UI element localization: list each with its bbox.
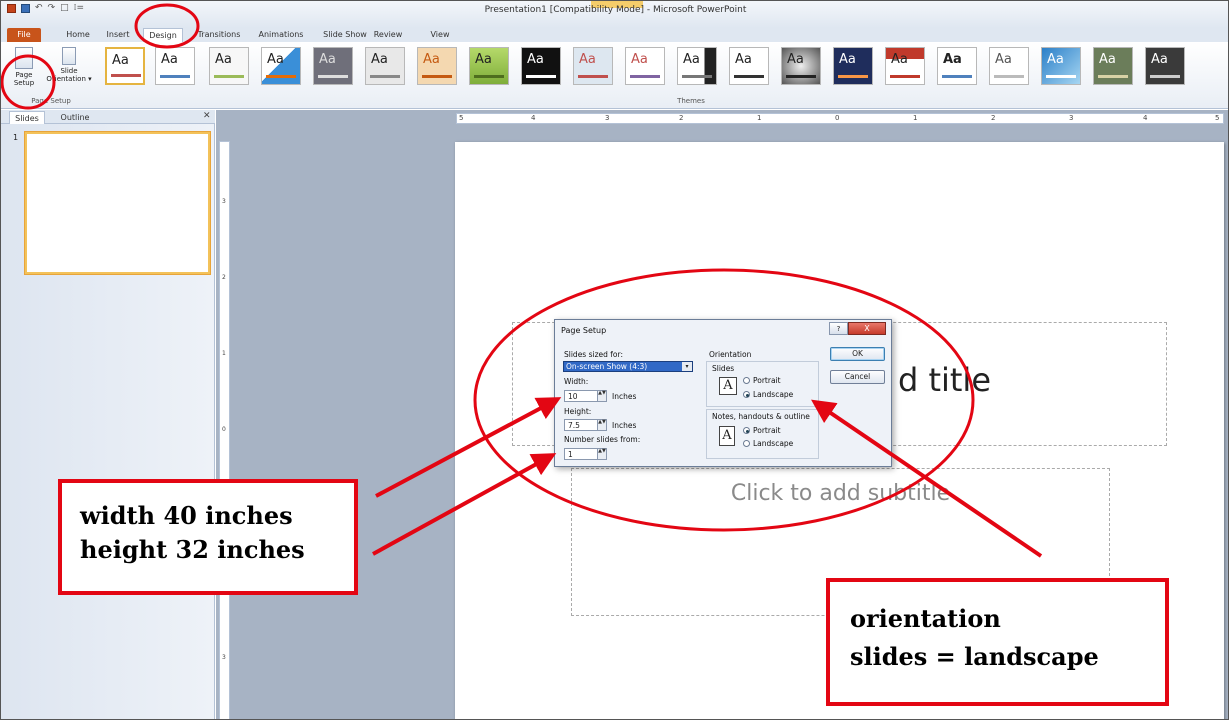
notes-orientation-label: Notes, handouts & outline	[712, 412, 810, 421]
orientation-label: Orientation	[709, 350, 752, 359]
height-stepper[interactable]: 7.5 ▲▼	[564, 419, 607, 431]
page-setup-dialog: Page Setup ? X Slides sized for: On-scre…	[554, 319, 892, 467]
landscape-orientation-icon: A	[719, 377, 737, 395]
slides-portrait-radio[interactable]	[743, 377, 750, 384]
slide-number: 1	[13, 133, 19, 142]
theme-thumbnail[interactable]: Aa	[261, 47, 301, 85]
tab-home[interactable]: Home	[61, 28, 95, 42]
tab-review[interactable]: Review	[371, 28, 405, 42]
notes-landscape-radio[interactable]	[743, 440, 750, 447]
slides-landscape-label: Landscape	[753, 390, 794, 399]
theme-thumbnail[interactable]: Aa	[1093, 47, 1133, 85]
height-value: 7.5	[568, 421, 580, 430]
width-value: 10	[568, 392, 578, 401]
height-label: Height:	[564, 407, 592, 416]
spin-arrows-icon[interactable]: ▲▼	[597, 449, 606, 459]
subtitle-placeholder-text: Click to add subtitle	[730, 481, 951, 506]
slides-pane-tabs: Slides Outline ✕	[1, 110, 215, 124]
portrait-orientation-icon: A	[719, 426, 735, 446]
ribbon-design: Page Setup Slide Orientation ▾ Page Setu…	[1, 42, 1228, 109]
height-units: Inches	[612, 421, 637, 430]
width-label: Width:	[564, 377, 589, 386]
theme-thumbnail[interactable]: Aa	[1041, 47, 1081, 85]
theme-thumbnail[interactable]: Aa	[729, 47, 769, 85]
chevron-down-icon[interactable]: ▾	[682, 362, 692, 371]
theme-thumbnail[interactable]: Aa	[521, 47, 561, 85]
theme-thumbnail[interactable]: Aa	[937, 47, 977, 85]
dialog-title: Page Setup	[561, 326, 607, 335]
theme-thumbnail[interactable]: Aa	[833, 47, 873, 85]
slides-sized-for-select[interactable]: On-screen Show (4:3) ▾	[563, 361, 693, 372]
slide-orientation-button[interactable]: Slide Orientation ▾	[43, 47, 95, 83]
slides-pane: 1	[1, 124, 215, 719]
size-annotation-line2: height 32 inches	[80, 535, 305, 564]
tab-insert[interactable]: Insert	[101, 28, 135, 42]
page-setup-group-label: Page Setup	[31, 97, 71, 105]
slide-orientation-icon	[62, 47, 76, 65]
orientation-annotation: orientation slides = landscape	[826, 578, 1169, 706]
size-annotation-line1: width 40 inches	[80, 501, 293, 530]
page-setup-button[interactable]: Page Setup	[9, 47, 39, 87]
theme-thumbnail[interactable]: Aa	[313, 47, 353, 85]
tab-animations[interactable]: Animations	[253, 28, 309, 42]
number-slides-from-value: 1	[568, 450, 573, 459]
spin-arrows-icon[interactable]: ▲▼	[597, 391, 606, 401]
orientation-annotation-line2: slides = landscape	[850, 642, 1099, 671]
slides-landscape-radio[interactable]	[743, 391, 750, 398]
width-stepper[interactable]: 10 ▲▼	[564, 390, 607, 402]
theme-thumbnail[interactable]: Aa	[209, 47, 249, 85]
slide-orientation-label: Slide Orientation ▾	[46, 67, 92, 83]
notes-portrait-label: Portrait	[753, 426, 781, 435]
page-setup-label: Page Setup	[13, 71, 35, 87]
theme-thumbnail[interactable]: Aa	[155, 47, 195, 85]
theme-thumbnail[interactable]: Aa	[573, 47, 613, 85]
horizontal-ruler: 5 4 3 2 1 0 1 2 3 4 5	[456, 113, 1224, 124]
slide-thumbnail[interactable]	[25, 132, 210, 274]
theme-thumbnail[interactable]: Aa	[677, 47, 717, 85]
cancel-button[interactable]: Cancel	[830, 370, 885, 384]
title-bar: ↶ ↷ □ ⁞= Presentation1 [Compatibility Mo…	[1, 1, 1228, 28]
close-icon[interactable]: X	[848, 322, 886, 335]
theme-thumbnail[interactable]: Aa	[105, 47, 145, 85]
theme-thumbnail[interactable]: Aa	[417, 47, 457, 85]
slides-portrait-label: Portrait	[753, 376, 781, 385]
theme-thumbnail[interactable]: Aa	[469, 47, 509, 85]
size-annotation: width 40 inches height 32 inches	[58, 479, 358, 595]
slides-orientation-label: Slides	[712, 364, 735, 373]
width-units: Inches	[612, 392, 637, 401]
notes-landscape-label: Landscape	[753, 439, 794, 448]
theme-thumbnail[interactable]: Aa	[781, 47, 821, 85]
tab-transitions[interactable]: Transitions	[191, 28, 247, 42]
slides-sized-for-label: Slides sized for:	[564, 350, 623, 359]
tab-file[interactable]: File	[7, 28, 41, 42]
themes-group-label: Themes	[677, 97, 705, 105]
help-icon[interactable]: ?	[829, 322, 848, 335]
tab-design[interactable]: Design	[143, 28, 183, 42]
ribbon-tabs: File Home Insert Design Transitions Anim…	[1, 28, 1228, 42]
spin-arrows-icon[interactable]: ▲▼	[597, 420, 606, 430]
number-slides-from-stepper[interactable]: 1 ▲▼	[564, 448, 607, 460]
theme-thumbnail[interactable]: Aa	[885, 47, 925, 85]
theme-thumbnail[interactable]: Aa	[365, 47, 405, 85]
close-icon[interactable]: ✕	[203, 111, 211, 121]
tab-view[interactable]: View	[425, 28, 455, 42]
orientation-annotation-line1: orientation	[850, 604, 1001, 633]
ok-button[interactable]: OK	[830, 347, 885, 361]
tab-slides[interactable]: Slides	[9, 111, 45, 124]
title-placeholder-text: d title	[897, 361, 991, 399]
powerpoint-window: ↶ ↷ □ ⁞= Presentation1 [Compatibility Mo…	[0, 0, 1229, 720]
slides-sized-for-value: On-screen Show (4:3)	[566, 362, 648, 371]
page-setup-icon	[15, 47, 33, 69]
theme-thumbnail[interactable]: Aa	[989, 47, 1029, 85]
vertical-ruler: 3 2 1 0 1 2 3	[219, 141, 230, 719]
theme-thumbnail[interactable]: Aa	[1145, 47, 1185, 85]
notes-portrait-radio[interactable]	[743, 427, 750, 434]
number-slides-from-label: Number slides from:	[564, 435, 641, 444]
tab-slide-show[interactable]: Slide Show	[317, 28, 373, 42]
tab-outline[interactable]: Outline	[53, 111, 97, 124]
window-title: Presentation1 [Compatibility Mode] - Mic…	[484, 5, 747, 15]
theme-thumbnail[interactable]: Aa	[625, 47, 665, 85]
